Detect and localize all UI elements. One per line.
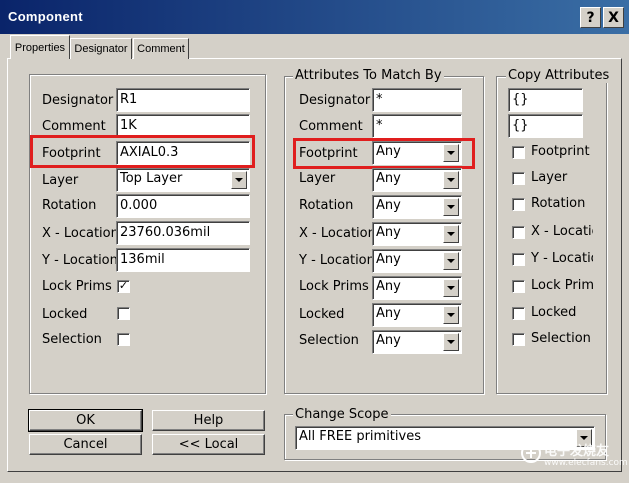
- rotation-label: Rotation: [42, 198, 97, 213]
- copy-field-1[interactable]: {}: [508, 88, 583, 112]
- attributes-to-match-title: Attributes To Match By: [293, 68, 444, 83]
- copy-rotation-label: Rotation: [531, 196, 586, 211]
- copy-x-location-label: X - Location: [531, 224, 593, 239]
- y-location-field[interactable]: 136mil: [116, 248, 250, 272]
- copy-selection-label: Selection: [531, 331, 591, 346]
- rotation-field[interactable]: 0.000: [116, 194, 250, 218]
- watermark-url: www.elecfans.com: [544, 458, 628, 468]
- copy-footprint-label: Footprint: [531, 144, 590, 159]
- close-icon[interactable]: X: [603, 7, 624, 28]
- match-rotation-value: Any: [376, 198, 401, 213]
- help-button[interactable]: Help: [152, 410, 265, 431]
- ok-button[interactable]: OK: [28, 409, 143, 432]
- chevron-down-icon[interactable]: [443, 333, 459, 351]
- match-locked-label: Locked: [299, 307, 345, 322]
- copy-layer-checkbox[interactable]: [512, 172, 525, 185]
- chevron-down-icon[interactable]: [443, 171, 459, 189]
- match-x-location-value: Any: [376, 225, 401, 240]
- copy-footprint-checkbox[interactable]: [512, 146, 525, 159]
- locked-label: Locked: [42, 307, 88, 322]
- x-location-label: X - Location: [42, 226, 119, 241]
- lock-prims-label: Lock Prims: [42, 279, 112, 294]
- watermark-icon: [521, 443, 541, 463]
- footprint-highlight-box: [30, 135, 255, 168]
- match-layer-label: Layer: [299, 171, 336, 186]
- match-layer-value: Any: [376, 171, 401, 186]
- match-selection-label: Selection: [299, 333, 359, 348]
- layer-select[interactable]: Top Layer: [116, 168, 250, 192]
- layer-select-value: Top Layer: [120, 171, 183, 186]
- copy-locked-checkbox[interactable]: [512, 307, 525, 320]
- change-scope-value: All FREE primitives: [299, 429, 421, 444]
- match-locked-select[interactable]: Any: [372, 303, 462, 327]
- designator-field[interactable]: R1: [116, 88, 250, 112]
- copy-y-location-checkbox[interactable]: [512, 253, 525, 266]
- selection-label: Selection: [42, 332, 102, 347]
- copy-x-location-checkbox[interactable]: [512, 226, 525, 239]
- copy-lock-prims-label: Lock Prims: [531, 278, 593, 293]
- match-y-location-select[interactable]: Any: [372, 249, 462, 273]
- copy-rotation-checkbox[interactable]: [512, 198, 525, 211]
- match-footprint-highlight-box: [293, 138, 475, 169]
- match-y-location-label: Y - Location: [299, 253, 372, 268]
- match-lock-prims-label: Lock Prims: [299, 279, 369, 294]
- help-icon[interactable]: ?: [580, 7, 601, 28]
- local-button[interactable]: << Local: [152, 434, 265, 455]
- match-layer-select[interactable]: Any: [372, 168, 462, 192]
- copy-layer-label: Layer: [531, 170, 568, 185]
- designator-label: Designator: [42, 93, 114, 108]
- lock-prims-checkbox[interactable]: ✓: [117, 280, 130, 293]
- y-location-label: Y - Location: [42, 253, 118, 268]
- copy-lock-prims-checkbox[interactable]: [512, 280, 525, 293]
- copy-attributes-title: Copy Attributes: [506, 68, 612, 83]
- chevron-down-icon[interactable]: [443, 306, 459, 324]
- comment-label: Comment: [42, 119, 106, 134]
- chevron-down-icon[interactable]: [443, 198, 459, 216]
- chevron-down-icon[interactable]: [443, 252, 459, 270]
- match-rotation-select[interactable]: Any: [372, 195, 462, 219]
- title-bar: [0, 0, 629, 34]
- window-title: Component: [8, 9, 83, 24]
- x-location-field[interactable]: 23760.036mil: [116, 221, 250, 245]
- match-designator-field[interactable]: *: [372, 88, 462, 112]
- match-selection-select[interactable]: Any: [372, 330, 462, 354]
- watermark-logo: 电子发烧友 www.elecfans.com: [520, 440, 628, 476]
- cancel-button[interactable]: Cancel: [29, 434, 142, 455]
- copy-field-2[interactable]: {}: [508, 114, 583, 138]
- copy-locked-label: Locked: [531, 305, 577, 320]
- match-selection-value: Any: [376, 333, 401, 348]
- match-rotation-label: Rotation: [299, 198, 354, 213]
- match-y-location-value: Any: [376, 252, 401, 267]
- match-designator-label: Designator: [299, 93, 371, 108]
- chevron-down-icon[interactable]: [443, 225, 459, 243]
- copy-y-location-label: Y - Location: [531, 251, 593, 266]
- match-x-location-select[interactable]: Any: [372, 222, 462, 246]
- watermark-brand: 电子发烧友: [544, 444, 610, 459]
- match-comment-label: Comment: [299, 119, 363, 134]
- tab-comment[interactable]: Comment: [133, 38, 189, 59]
- match-x-location-label: X - Location: [299, 226, 372, 241]
- selection-checkbox[interactable]: [117, 333, 130, 346]
- layer-label: Layer: [42, 173, 79, 188]
- tab-properties[interactable]: Properties: [10, 35, 70, 59]
- tab-designator[interactable]: Designator: [70, 38, 132, 59]
- chevron-down-icon[interactable]: [231, 171, 247, 189]
- copy-selection-checkbox[interactable]: [512, 333, 525, 346]
- match-comment-field[interactable]: *: [372, 114, 462, 138]
- locked-checkbox[interactable]: [117, 307, 130, 320]
- match-lock-prims-value: Any: [376, 279, 401, 294]
- change-scope-title: Change Scope: [293, 407, 391, 422]
- chevron-down-icon[interactable]: [443, 279, 459, 297]
- match-locked-value: Any: [376, 306, 401, 321]
- match-lock-prims-select[interactable]: Any: [372, 276, 462, 300]
